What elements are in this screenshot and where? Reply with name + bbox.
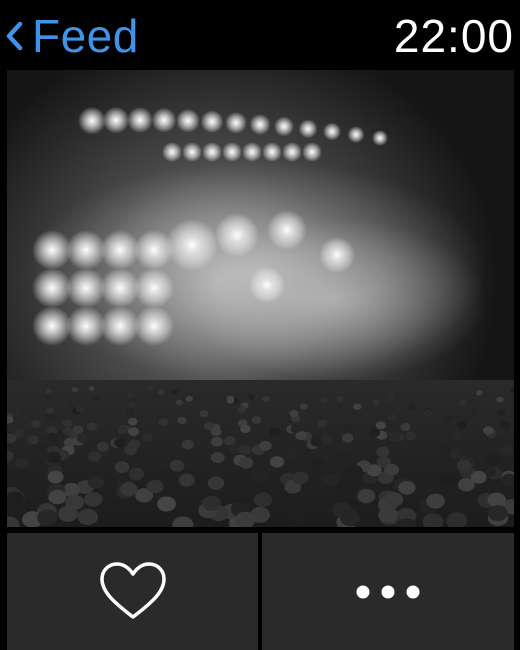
action-bar bbox=[0, 533, 520, 650]
back-button[interactable]: Feed bbox=[0, 6, 139, 66]
like-button[interactable] bbox=[7, 533, 258, 650]
more-button[interactable] bbox=[262, 533, 514, 650]
clock-time: 22:00 bbox=[393, 10, 514, 62]
ellipsis-icon bbox=[356, 585, 420, 598]
heart-icon bbox=[99, 561, 166, 619]
concert-photo-image bbox=[7, 70, 514, 527]
post-photo[interactable] bbox=[7, 70, 514, 527]
top-bar: Feed 22:00 bbox=[0, 0, 520, 70]
chevron-left-icon bbox=[6, 21, 23, 51]
back-label: Feed bbox=[32, 10, 139, 62]
